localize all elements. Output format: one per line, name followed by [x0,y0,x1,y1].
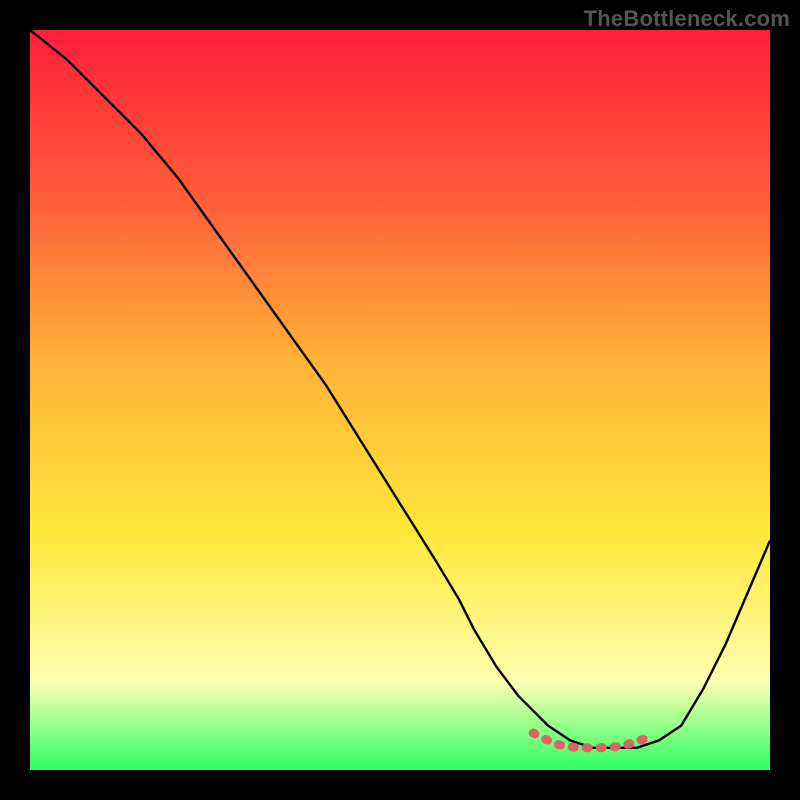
chart-svg [30,30,770,770]
watermark-text: TheBottleneck.com [584,6,790,32]
gradient-background [30,30,770,770]
chart-frame: TheBottleneck.com [0,0,800,800]
plot-area [30,30,770,770]
